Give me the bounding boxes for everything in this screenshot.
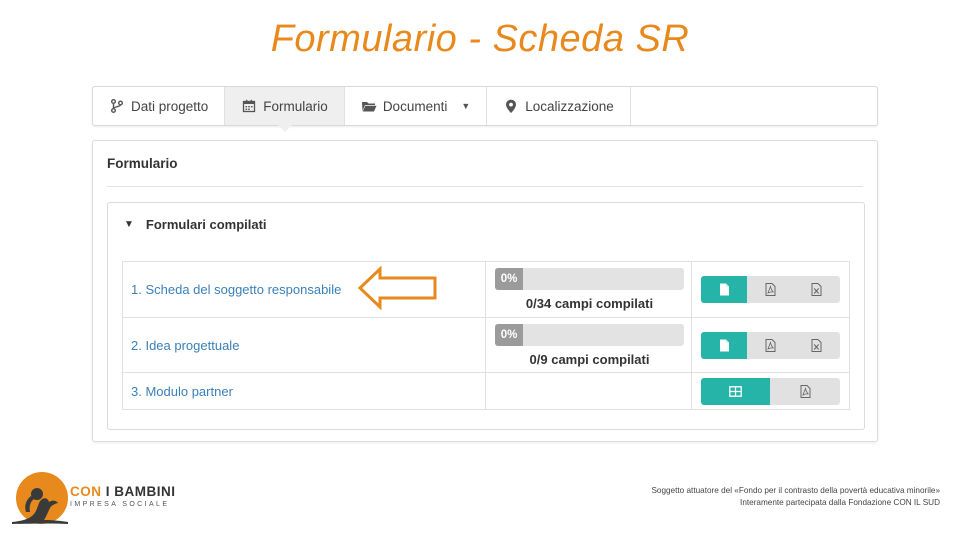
tab-label: Localizzazione — [525, 98, 614, 114]
table-row: 2. Idea progettuale 0% 0/9 campi compila… — [123, 317, 849, 372]
form-link-modulo-partner[interactable]: 3. Modulo partner — [131, 384, 233, 399]
left-arrow-annotation-icon — [357, 266, 437, 310]
excel-button[interactable] — [793, 276, 841, 303]
action-button-group — [701, 377, 841, 405]
tab-label: Formulario — [263, 98, 328, 114]
pdf-button[interactable] — [770, 377, 841, 405]
file-icon — [719, 339, 729, 351]
table-row: 3. Modulo partner — [123, 372, 849, 409]
forms-table: 1. Scheda del soggetto responsabile 0% 0… — [122, 261, 850, 410]
branch-icon — [109, 98, 125, 114]
actions-cell — [692, 318, 849, 372]
file-icon — [719, 283, 729, 296]
formulari-compilati-section: ▼ Formulari compilati 1. Scheda del sogg… — [107, 202, 865, 430]
tab-dati-progetto[interactable]: Dati progetto — [93, 87, 226, 125]
footer-line-2: Interamente partecipata dalla Fondazione… — [740, 498, 940, 507]
tab-documenti[interactable]: Documenti ▼ — [345, 87, 488, 125]
fields-count: 0/34 campi compilati — [525, 296, 654, 311]
progress-bar: 0% — [495, 268, 684, 290]
tab-localizzazione[interactable]: Localizzazione — [487, 87, 631, 125]
map-pin-icon — [503, 98, 519, 114]
form-link-idea-progettuale[interactable]: 2. Idea progettuale — [131, 338, 239, 353]
section-title: Formulari compilati — [145, 217, 267, 232]
table-row: 1. Scheda del soggetto responsabile 0% 0… — [123, 262, 849, 317]
file-pdf-icon — [800, 384, 811, 398]
table-icon — [729, 385, 743, 397]
progress-cell: 0% 0/9 campi compilati — [486, 318, 693, 372]
progress-bar: 0% — [495, 324, 684, 346]
formulario-panel: Formulario ▼ Formulari compilati 1. Sche… — [92, 140, 878, 442]
file-excel-icon — [811, 283, 822, 296]
file-excel-icon — [811, 338, 822, 352]
logo-wordmark: CON I BAMBINI — [70, 484, 176, 499]
form-link-scheda-soggetto[interactable]: 1. Scheda del soggetto responsabile — [131, 282, 341, 297]
open-form-button[interactable] — [701, 331, 748, 359]
form-name-cell: 2. Idea progettuale — [123, 318, 486, 372]
progress-label: 0% — [495, 268, 523, 290]
form-name-cell: 3. Modulo partner — [123, 373, 486, 409]
excel-button[interactable] — [793, 331, 841, 359]
tab-label: Dati progetto — [131, 98, 209, 114]
calendar-icon — [241, 98, 257, 114]
pdf-button[interactable] — [747, 331, 794, 359]
actions-cell — [692, 373, 849, 409]
action-button-group — [701, 331, 841, 359]
panel-title: Formulario — [107, 156, 178, 171]
logo-tagline: IMPRESA SOCIALE — [70, 501, 170, 508]
progress-label: 0% — [495, 324, 523, 346]
progress-cell: 0% 0/34 campi compilati — [486, 262, 693, 317]
caret-down-icon: ▼ — [461, 101, 471, 111]
footer-line-1: Soggetto attuatore del «Fondo per il con… — [651, 486, 940, 495]
file-pdf-icon — [765, 283, 776, 296]
tab-label: Documenti — [382, 98, 448, 114]
footer-note: Soggetto attuatore del «Fondo per il con… — [651, 485, 940, 509]
folder-icon — [361, 98, 377, 114]
caret-down-icon: ▼ — [124, 219, 134, 230]
divider — [107, 186, 863, 187]
slide-title: Formulario - Scheda SR — [270, 18, 690, 60]
table-view-button[interactable] — [701, 377, 771, 405]
actions-cell — [692, 262, 849, 317]
action-button-group — [701, 276, 841, 303]
tab-formulario[interactable]: Formulario — [225, 87, 345, 132]
fields-count: 0/9 campi compilati — [529, 352, 650, 367]
con-i-bambini-logo-icon — [12, 472, 68, 524]
file-pdf-icon — [765, 338, 776, 352]
section-header[interactable]: ▼ Formulari compilati — [124, 217, 267, 232]
tab-bar: Dati progetto Formulario Documenti ▼ Loc… — [92, 86, 878, 132]
pdf-button[interactable] — [747, 276, 794, 303]
open-form-button[interactable] — [701, 276, 748, 303]
progress-cell — [486, 373, 693, 409]
